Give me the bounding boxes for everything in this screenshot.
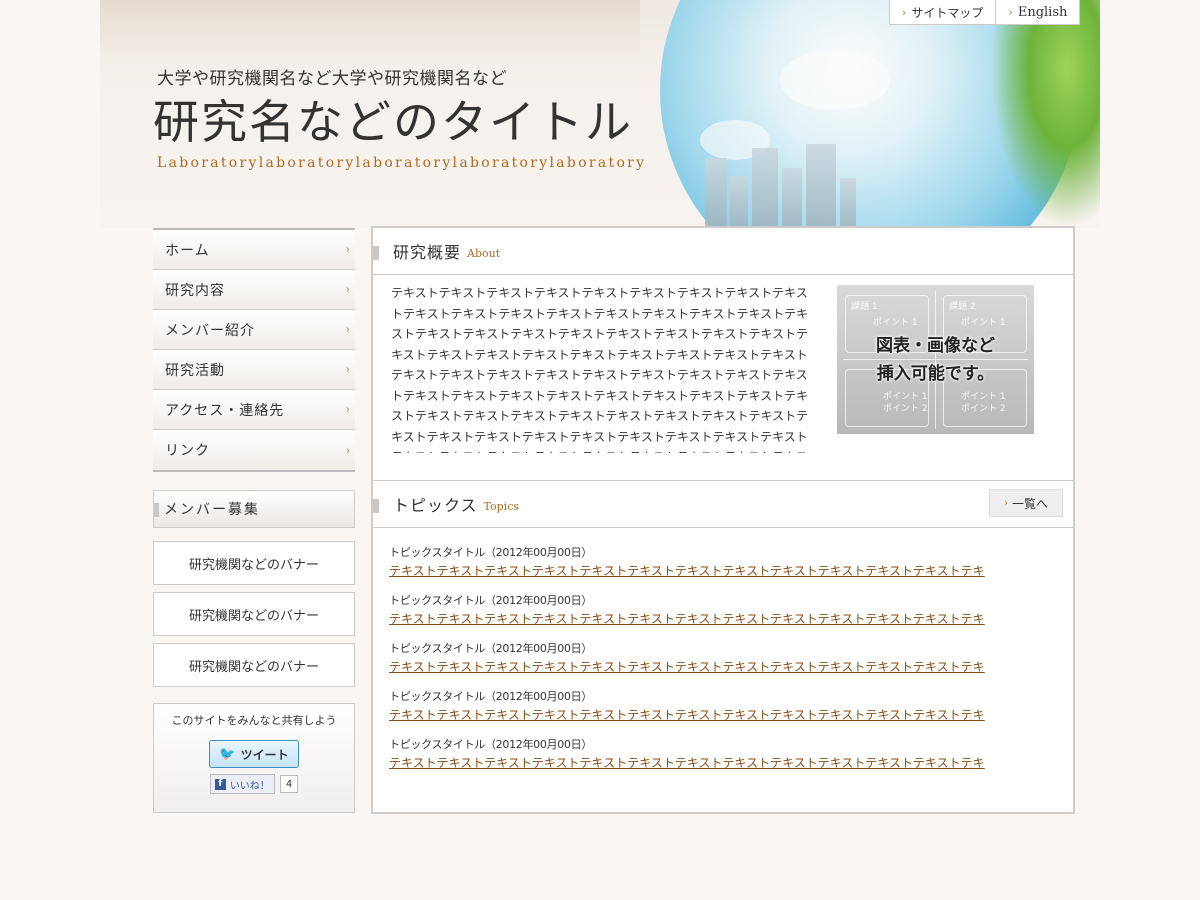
building-decoration (806, 144, 836, 228)
banner-3[interactable]: 研究機関などのバナー (153, 643, 355, 687)
twitter-bird-icon: 🐦 (219, 746, 236, 762)
list-item: トピックスタイトル（2012年00月00日） テキストテキストテキストテキストテ… (389, 592, 1073, 628)
chevron-right-icon: › (1008, 5, 1013, 19)
figure-point-label: ポイント 2 (961, 404, 1006, 414)
chevron-right-icon: › (345, 243, 351, 256)
nav-item-label: メンバー紹介 (165, 322, 255, 339)
header: 大学や研究機関名など大学や研究機関名など 研究名などのタイトル Laborato… (100, 0, 1100, 228)
banner-1[interactable]: 研究機関などのバナー (153, 541, 355, 585)
site-title: 研究名などのタイトル (153, 95, 633, 149)
chevron-right-icon: › (345, 363, 351, 376)
leaves-decoration (990, 0, 1100, 228)
member-recruit-label: メンバー募集 (164, 502, 260, 518)
chevron-right-icon: › (345, 403, 351, 416)
figure-point-label: ポイント 2 (883, 404, 928, 414)
chevron-right-icon: › (345, 443, 351, 457)
nav-item-links[interactable]: リンク › (153, 430, 355, 470)
chevron-right-icon: › (345, 323, 351, 336)
nav-item-members[interactable]: メンバー紹介 › (153, 310, 355, 350)
globe-land-decoration (780, 50, 890, 110)
sitemap-link[interactable]: › サイトマップ (890, 0, 995, 24)
share-box: このサイトをみんなと共有しよう 🐦 ツイート f いいね！ 4 (153, 703, 355, 813)
topic-title: トピックスタイトル（2012年00月00日） (389, 642, 593, 655)
english-link[interactable]: › English (995, 0, 1079, 24)
figure-point-label: ポイント 1 (873, 318, 918, 328)
sitemap-link-label: サイトマップ (911, 5, 984, 20)
topic-link[interactable]: テキストテキストテキストテキストテキストテキストテキストテキストテキストテキスト… (389, 754, 1005, 772)
nav-item-research[interactable]: 研究内容 › (153, 270, 355, 310)
nav-item-activities[interactable]: 研究活動 › (153, 350, 355, 390)
laboratory-name: Laboratorylaboratorylaboratorylaboratory… (157, 155, 647, 171)
topic-title: トピックスタイトル（2012年00月00日） (389, 594, 593, 607)
nav-item-label: ホーム (165, 242, 210, 259)
about-body: テキストテキストテキストテキストテキストテキストテキストテキストテキストテキスト… (373, 275, 1073, 481)
figure-box-label: 課題 2 (949, 302, 976, 312)
topics-list: トピックスタイトル（2012年00月00日） テキストテキストテキストテキストテ… (373, 528, 1073, 772)
tweet-button[interactable]: 🐦 ツイート (209, 740, 299, 768)
top-links: › サイトマップ › English (889, 0, 1081, 25)
topic-link[interactable]: テキストテキストテキストテキストテキストテキストテキストテキストテキストテキスト… (389, 562, 1005, 580)
banner-label: 研究機関などのバナー (188, 608, 319, 624)
member-recruit-button[interactable]: メンバー募集 (153, 490, 355, 528)
building-decoration (730, 176, 748, 228)
topic-title: トピックスタイトル（2012年00月00日） (389, 738, 593, 751)
banner-label: 研究機関などのバナー (188, 659, 319, 675)
about-text: テキストテキストテキストテキストテキストテキストテキストテキストテキストテキスト… (391, 286, 809, 453)
page: 大学や研究機関名など大学や研究機関名など 研究名などのタイトル Laborato… (100, 0, 1100, 900)
english-link-label: English (1017, 4, 1068, 20)
sidebar: ホーム › 研究内容 › メンバー紹介 › 研究活動 › アクセス・連絡先 › … (153, 228, 355, 813)
topic-title: トピックスタイトル（2012年00月00日） (389, 690, 593, 703)
figure-point-label: ポイント 1 (961, 318, 1006, 328)
building-decoration (840, 178, 856, 228)
chevron-right-icon: › (902, 5, 907, 19)
like-label: いいね！ (229, 780, 270, 792)
share-text: このサイトをみんなと共有しよう (171, 714, 337, 727)
chevron-right-icon: › (1003, 497, 1008, 509)
about-title-en: About (467, 246, 501, 260)
like-count: 4 (279, 775, 299, 793)
list-item: トピックスタイトル（2012年00月00日） テキストテキストテキストテキストテ… (389, 736, 1073, 772)
topics-header: トピックス Topics › 一覧へ (373, 481, 1073, 528)
nav-item-home[interactable]: ホーム › (153, 230, 355, 270)
tweet-label: ツイート (240, 747, 289, 762)
list-item: トピックスタイトル（2012年00月00日） テキストテキストテキストテキストテ… (389, 640, 1073, 676)
topics-title-en: Topics (483, 499, 520, 513)
about-title: 研究概要 (393, 243, 462, 262)
figure-box-label: 課題 1 (851, 302, 878, 312)
building-decoration (782, 168, 802, 228)
facebook-icon: f (214, 778, 226, 790)
nav-item-label: アクセス・連絡先 (165, 402, 285, 419)
topic-link[interactable]: テキストテキストテキストテキストテキストテキストテキストテキストテキストテキスト… (389, 610, 1005, 628)
global-nav: ホーム › 研究内容 › メンバー紹介 › 研究活動 › アクセス・連絡先 › … (153, 228, 355, 472)
like-row: f いいね！ 4 (209, 774, 299, 794)
banner-label: 研究機関などのバナー (188, 557, 319, 573)
list-item: トピックスタイトル（2012年00月00日） テキストテキストテキストテキストテ… (389, 544, 1073, 580)
building-decoration (705, 158, 727, 228)
topic-link[interactable]: テキストテキストテキストテキストテキストテキストテキストテキストテキストテキスト… (389, 658, 1005, 676)
topic-title: トピックスタイトル（2012年00月00日） (389, 546, 593, 559)
figure-caption-line1: 図表・画像など (876, 335, 995, 356)
nav-item-label: リンク (165, 443, 210, 459)
topic-link[interactable]: テキストテキストテキストテキストテキストテキストテキストテキストテキストテキスト… (389, 706, 1005, 724)
nav-item-access[interactable]: アクセス・連絡先 › (153, 390, 355, 430)
nav-item-label: 研究活動 (165, 362, 225, 379)
list-item: トピックスタイトル（2012年00月00日） テキストテキストテキストテキストテ… (389, 688, 1073, 724)
facebook-like-button[interactable]: f いいね！ (209, 774, 275, 794)
about-header: 研究概要 About (373, 228, 1073, 275)
banner-2[interactable]: 研究機関などのバナー (153, 592, 355, 636)
topics-more-label: 一覧へ (1011, 496, 1048, 511)
figure-image: 課題 1 課題 2 ポイント 1 ポイント 1 ポイント 1 ポイント 2 ポイ… (837, 285, 1034, 434)
main-content: 研究概要 About テキストテキストテキストテキストテキストテキストテキストテ… (371, 226, 1075, 814)
building-decoration (752, 148, 778, 228)
nav-item-label: 研究内容 (165, 282, 225, 299)
figure-caption-line2: 挿入可能です。 (876, 363, 995, 384)
topics-title: トピックス (393, 496, 478, 515)
chevron-right-icon: › (345, 283, 351, 296)
topics-more-button[interactable]: › 一覧へ (989, 489, 1063, 517)
header-brush-decoration (100, 0, 640, 60)
